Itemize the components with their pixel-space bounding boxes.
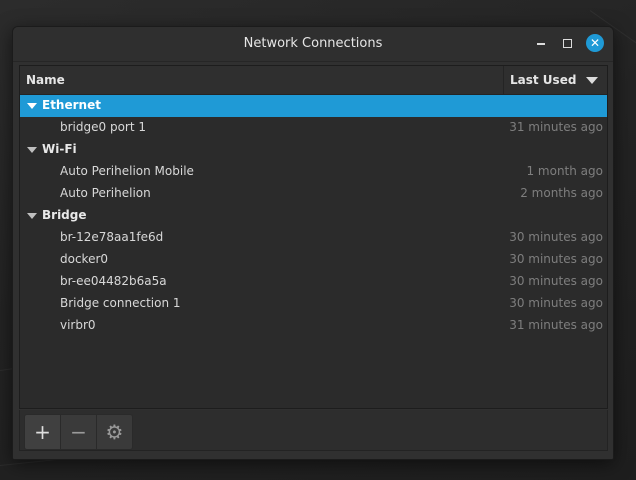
connection-row[interactable]: br-ee04482b6a5a 30 minutes ago: [20, 271, 607, 293]
connection-row[interactable]: Bridge connection 1 30 minutes ago: [20, 293, 607, 315]
connection-name: Auto Perihelion Mobile: [60, 164, 194, 178]
group-row-bridge[interactable]: Bridge: [20, 205, 607, 227]
remove-connection-button[interactable]: −: [60, 414, 97, 450]
connection-last-used: 30 minutes ago: [509, 274, 603, 288]
network-connections-window: Network Connections ✕ Name Last Used Eth…: [12, 26, 614, 460]
group-row-wifi[interactable]: Wi-Fi: [20, 139, 607, 161]
connections-list[interactable]: Name Last Used Ethernet bridge0 port 1 3…: [19, 65, 608, 409]
maximize-button[interactable]: [557, 34, 577, 54]
connection-last-used: 31 minutes ago: [509, 120, 603, 134]
connection-row[interactable]: Auto Perihelion Mobile 1 month ago: [20, 161, 607, 183]
expander-triangle-icon[interactable]: [27, 213, 37, 219]
plus-icon: +: [34, 420, 51, 444]
minimize-button[interactable]: [531, 34, 551, 54]
list-header: Name Last Used: [20, 66, 607, 95]
group-row-ethernet[interactable]: Ethernet: [20, 95, 607, 117]
connection-last-used: 2 months ago: [520, 186, 603, 200]
minus-icon: −: [70, 420, 87, 444]
connection-name: Bridge connection 1: [60, 296, 181, 310]
expander-triangle-icon[interactable]: [27, 147, 37, 153]
connection-last-used: 31 minutes ago: [509, 318, 603, 332]
connection-last-used: 1 month ago: [526, 164, 603, 178]
connection-last-used: 30 minutes ago: [509, 230, 603, 244]
title-bar[interactable]: Network Connections ✕: [13, 27, 613, 62]
gear-icon: ⚙: [105, 420, 124, 444]
close-icon: ✕: [589, 36, 601, 50]
connection-name: bridge0 port 1: [60, 120, 146, 134]
connection-last-used: 30 minutes ago: [509, 296, 603, 310]
expander-triangle-icon[interactable]: [27, 103, 37, 109]
sort-descending-icon: [586, 77, 598, 84]
connection-name: br-12e78aa1fe6d: [60, 230, 164, 244]
connection-row[interactable]: bridge0 port 1 31 minutes ago: [20, 117, 607, 139]
connection-name: Auto Perihelion: [60, 186, 151, 200]
close-button[interactable]: ✕: [586, 34, 604, 52]
group-label: Bridge: [42, 208, 87, 222]
window-title: Network Connections: [243, 36, 383, 51]
connection-row[interactable]: virbr0 31 minutes ago: [20, 315, 607, 337]
connection-row[interactable]: br-12e78aa1fe6d 30 minutes ago: [20, 227, 607, 249]
group-label: Wi-Fi: [42, 142, 77, 156]
connection-name: br-ee04482b6a5a: [60, 274, 167, 288]
column-header-name[interactable]: Name: [20, 66, 504, 94]
connection-name: docker0: [60, 252, 109, 266]
maximize-icon: [562, 39, 572, 48]
column-header-last-used[interactable]: Last Used: [504, 66, 607, 94]
connection-row[interactable]: docker0 30 minutes ago: [20, 249, 607, 271]
connection-last-used: 30 minutes ago: [509, 252, 603, 266]
column-header-name-label: Name: [26, 73, 65, 87]
connection-name: virbr0: [60, 318, 96, 332]
column-header-last-used-label: Last Used: [510, 73, 577, 87]
group-label: Ethernet: [42, 98, 101, 112]
minimize-icon: [537, 42, 545, 45]
add-connection-button[interactable]: +: [24, 414, 61, 450]
connection-row[interactable]: Auto Perihelion 2 months ago: [20, 183, 607, 205]
bottom-toolbar: + − ⚙: [19, 410, 608, 451]
edit-connection-button[interactable]: ⚙: [96, 414, 133, 450]
